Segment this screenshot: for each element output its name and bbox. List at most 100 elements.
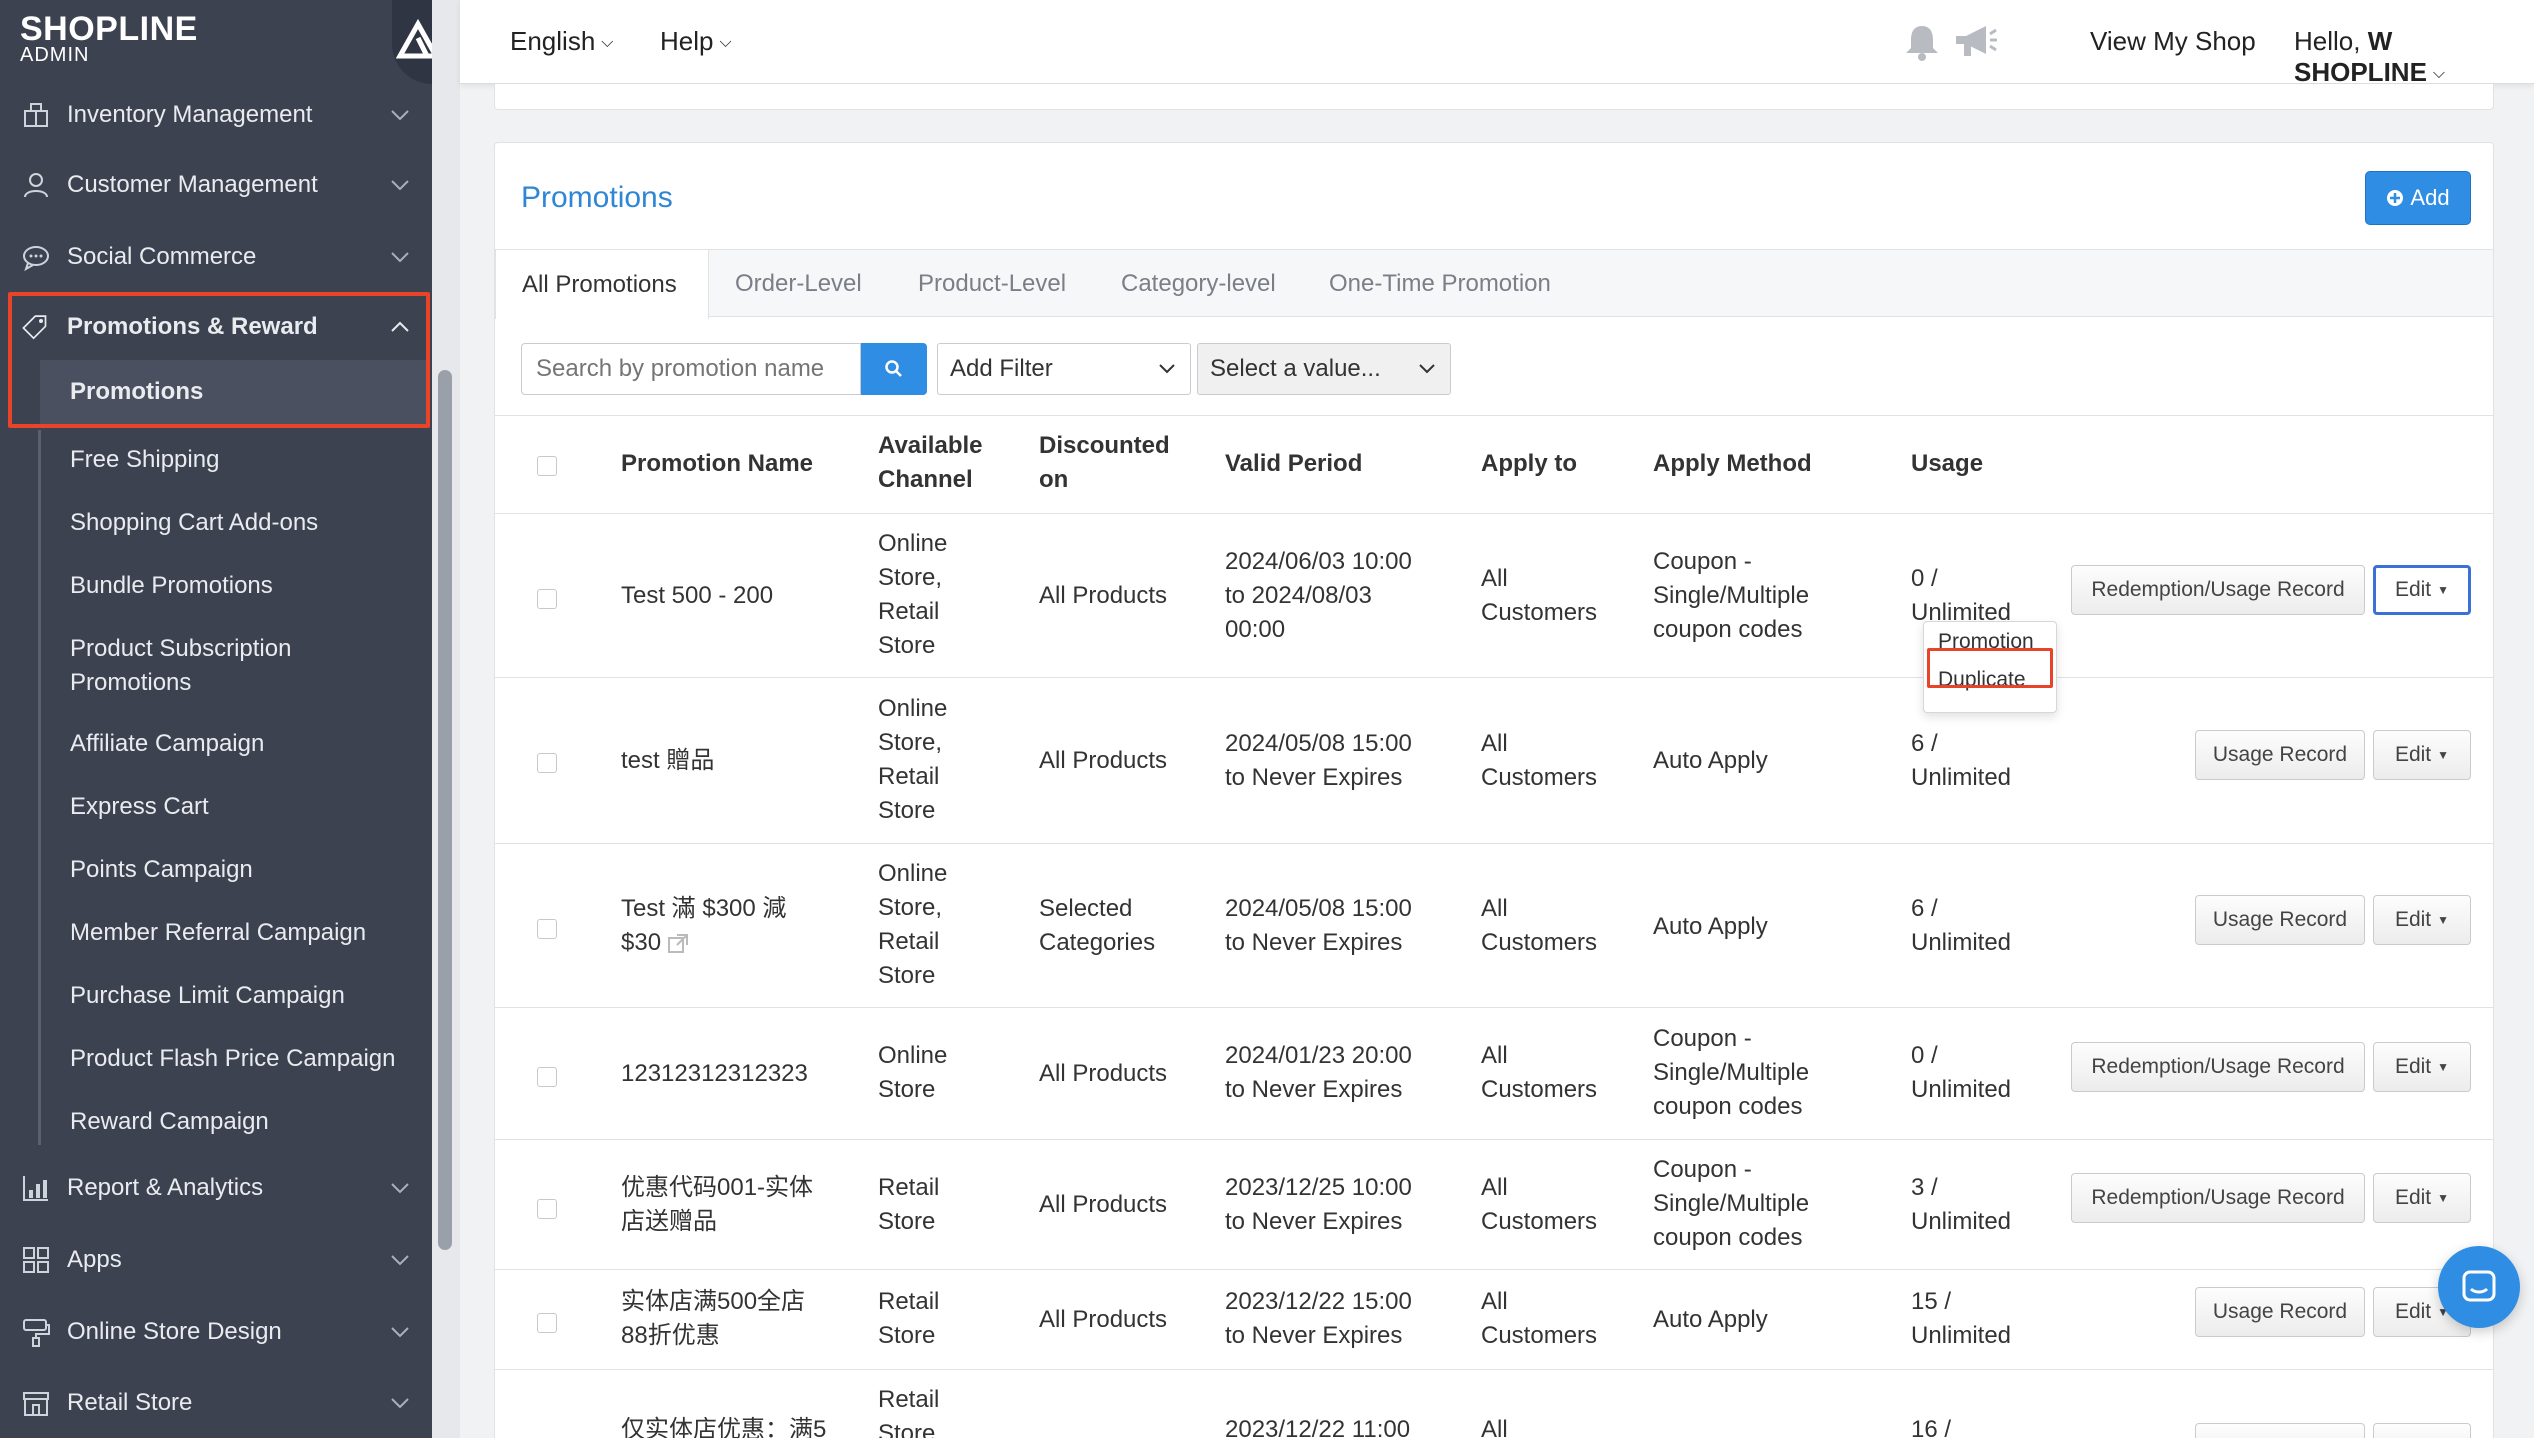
sidebar-item-inventory[interactable]: Inventory Management: [0, 80, 432, 150]
tab-all-promotions[interactable]: All Promotions: [495, 250, 709, 319]
redemption-record-button[interactable]: Redemption/Usage Record: [2071, 565, 2365, 615]
sidebar: SHOPLINE ADMIN Inventory Management Cust…: [0, 0, 432, 1438]
sidebar-item-label: Report & Analytics: [67, 1174, 264, 1201]
promotion-name-link[interactable]: Test 500 - 200: [621, 579, 773, 613]
tab-product-level[interactable]: Product-Level: [918, 250, 1066, 318]
sidebar-subitem-cart-addons[interactable]: Shopping Cart Add-ons: [40, 506, 430, 540]
edit-dropdown-button[interactable]: Edit ▼: [2373, 1042, 2471, 1092]
channel-cell: Online Store: [878, 1042, 948, 1103]
chevron-down-icon: [1419, 364, 1435, 374]
row-checkbox[interactable]: [537, 1199, 557, 1219]
logo[interactable]: SHOPLINE ADMIN: [0, 0, 432, 84]
select-all-checkbox[interactable]: [537, 456, 557, 476]
caret-down-icon: ⌵: [2432, 65, 2446, 83]
row-checkbox[interactable]: [537, 919, 557, 939]
discounted-cell: All Products: [1039, 1191, 1168, 1218]
sidebar-subitem-points[interactable]: Points Campaign: [40, 853, 430, 887]
chat-support-button[interactable]: [2438, 1246, 2520, 1328]
sidebar-subitem-flash-price[interactable]: Product Flash Price Campaign: [40, 1042, 430, 1076]
promotion-name-link[interactable]: test 贈品: [621, 744, 714, 778]
promotion-tabs: All Promotions Order-Level Product-Level…: [495, 249, 2493, 319]
tab-one-time-promotion[interactable]: One-Time Promotion: [1329, 250, 1551, 318]
megaphone-icon[interactable]: [1950, 20, 2000, 64]
add-filter-select[interactable]: Add Filter: [937, 343, 1191, 395]
filter-value-select[interactable]: Select a value...: [1197, 343, 1451, 395]
edit-dropdown-button[interactable]: Edit ▼: [2373, 730, 2471, 780]
row-checkbox[interactable]: [537, 753, 557, 773]
edit-dropdown-button[interactable]: Edit ▼: [2373, 895, 2471, 945]
period-cell: 2024/06/03 10:00 to 2024/08/03 00:00: [1225, 548, 1412, 643]
discounted-cell: All Products: [1039, 1060, 1168, 1087]
promotion-name-link[interactable]: 优惠代码001-实体店送赠品: [621, 1171, 831, 1239]
channel-cell: Retail Store: [878, 1174, 940, 1235]
usage-record-button[interactable]: Usage Record: [2195, 730, 2365, 780]
promotions-panel: Promotions Add All Promotions Order-Leve…: [494, 142, 2494, 1438]
col-valid-period: Valid Period: [1225, 450, 1363, 477]
sidebar-subitem-free-shipping[interactable]: Free Shipping: [40, 443, 430, 477]
sidebar-subitem-purchase-limit[interactable]: Purchase Limit Campaign: [40, 979, 430, 1013]
sidebar-item-retail[interactable]: Retail Store: [0, 1368, 432, 1438]
caret-down-icon: ▼: [2437, 748, 2450, 762]
apps-icon: [23, 1247, 49, 1273]
col-apply-to: Apply to: [1481, 450, 1577, 477]
sidebar-item-store-design[interactable]: Online Store Design: [0, 1297, 432, 1367]
apply-to-cell: All Customers: [1481, 1042, 1598, 1103]
sidebar-subitem-subscription[interactable]: Product Subscription Promotions: [40, 632, 380, 700]
usage-cell: 16 /: [1911, 1416, 1952, 1438]
row-checkbox[interactable]: [537, 589, 557, 609]
edit-dropdown-button[interactable]: Edit ▼: [2373, 565, 2471, 615]
highlight-box: [8, 292, 430, 428]
divider: [495, 1139, 2493, 1140]
sidebar-subitem-affiliate[interactable]: Affiliate Campaign: [40, 727, 430, 761]
edit-dropdown-button[interactable]: Edit ▼: [2373, 1173, 2471, 1223]
promotion-name-link[interactable]: 12312312312323: [621, 1057, 808, 1091]
tab-category-level[interactable]: Category-level: [1121, 250, 1276, 318]
apply-method-cell: Auto Apply: [1653, 913, 1768, 940]
help-dropdown[interactable]: Help ⌵: [660, 26, 732, 57]
tab-order-level[interactable]: Order-Level: [735, 250, 862, 318]
apply-method-cell: Coupon - Single/Multiple coupon codes: [1653, 548, 1810, 643]
sidebar-subitem-reward[interactable]: Reward Campaign: [40, 1105, 430, 1139]
view-my-shop-link[interactable]: View My Shop: [2090, 26, 2256, 57]
sidebar-item-customer[interactable]: Customer Management: [0, 150, 432, 220]
divider: [495, 415, 2493, 416]
sidebar-subitem-express-cart[interactable]: Express Cart: [40, 790, 430, 824]
usage-record-button[interactable]: Usage Record: [2195, 895, 2365, 945]
row-checkbox[interactable]: [537, 1313, 557, 1333]
chevron-down-icon: [391, 1327, 409, 1338]
promotion-name-link[interactable]: 仅实体店优惠：满5: [621, 1413, 831, 1438]
edit-dropdown-menu: Promotion Duplicate: [1923, 621, 2057, 713]
chevron-down-icon: [391, 1183, 409, 1194]
usage-record-button[interactable]: [2195, 1423, 2365, 1438]
sidebar-item-social[interactable]: Social Commerce: [0, 222, 432, 292]
col-usage: Usage: [1911, 450, 1984, 477]
usage-record-button[interactable]: Usage Record: [2195, 1287, 2365, 1337]
promotion-name-link[interactable]: 实体店满500全店88折优惠: [621, 1285, 831, 1353]
apply-method-cell: Coupon - Single/Multiple coupon codes: [1653, 1025, 1810, 1120]
add-button[interactable]: Add: [2365, 171, 2471, 225]
divider: [495, 677, 2493, 678]
apply-method-cell: Auto Apply: [1653, 747, 1768, 774]
sidebar-subitem-referral[interactable]: Member Referral Campaign: [40, 916, 430, 950]
apply-method-cell: Coupon - Single/Multiple coupon codes: [1653, 1156, 1810, 1251]
usage-cell: 15 / Unlimited: [1911, 1288, 2012, 1349]
redemption-record-button[interactable]: Redemption/Usage Record: [2071, 1173, 2365, 1223]
sidebar-subitem-bundle[interactable]: Bundle Promotions: [40, 569, 430, 603]
promotion-name-link[interactable]: Test 滿 $300 減 $30: [621, 892, 831, 960]
row-checkbox[interactable]: [537, 1067, 557, 1087]
col-discounted-on: Discounted on: [1039, 432, 1170, 493]
sidebar-item-report[interactable]: Report & Analytics: [0, 1153, 432, 1223]
caret-down-icon: ⌵: [601, 34, 614, 52]
language-dropdown[interactable]: English ⌵: [510, 26, 613, 57]
notification-bell-icon[interactable]: [1900, 20, 1944, 64]
user-menu[interactable]: Hello, W SHOPLINE ⌵: [2294, 26, 2534, 88]
edit-dropdown-button[interactable]: [2373, 1423, 2471, 1438]
search-input[interactable]: [521, 343, 861, 395]
search-button[interactable]: [861, 343, 927, 395]
redemption-record-button[interactable]: Redemption/Usage Record: [2071, 1042, 2365, 1092]
sidebar-item-apps[interactable]: Apps: [0, 1225, 432, 1295]
usage-cell: 6 / Unlimited: [1911, 730, 2012, 791]
sidebar-scrollbar[interactable]: [438, 370, 452, 1250]
external-link-icon[interactable]: [667, 933, 689, 955]
apply-to-cell: All Customers: [1481, 1288, 1598, 1349]
